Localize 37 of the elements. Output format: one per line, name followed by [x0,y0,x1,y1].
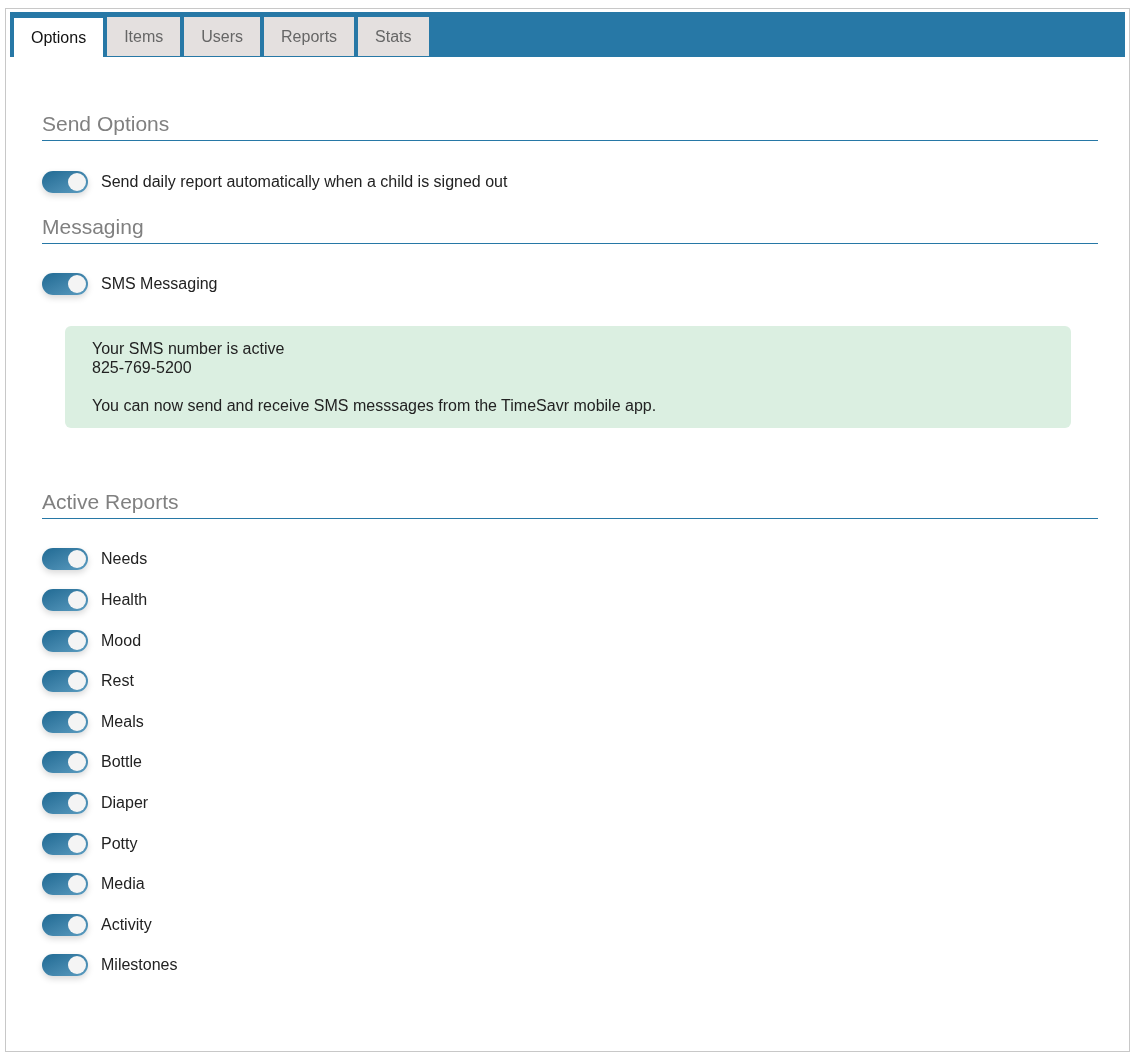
tab[interactable]: Items [107,17,181,56]
toggle-label: SMS Messaging [101,273,218,294]
toggle-label: Needs [101,549,148,570]
toggle-label: Activity [101,914,152,935]
section-heading: Send Options [42,111,171,137]
toggle-label: Media [101,874,145,895]
section-heading: Active Reports [42,489,180,516]
toggle-switch[interactable] [42,913,88,936]
toggle-label: Health [101,590,148,611]
tab[interactable]: Options [14,18,104,57]
toggle-switch[interactable] [42,832,88,855]
tab[interactable]: Stats [358,17,429,56]
toggle-switch[interactable] [42,751,88,774]
toggle-label: Milestones [101,955,178,976]
toggle-label: Send daily report automatically when a child is signed out [101,172,508,193]
toggle-switch[interactable] [42,272,88,295]
toggle-label: Diaper [101,793,149,814]
toggle-switch[interactable] [42,548,88,571]
tab[interactable]: Reports [264,17,355,56]
notice-message: You can now send and receive SMS messsages from the TimeSavr mobile app. [92,396,658,416]
toggle-switch[interactable] [42,589,88,612]
notice-status: Your SMS number is active [92,339,286,359]
toggle-switch[interactable] [42,670,88,693]
toggle-switch[interactable] [42,171,88,194]
toggle-label: Meals [101,711,144,732]
toggle-label: Bottle [101,752,142,773]
toggle-switch[interactable] [42,629,88,652]
section-heading: Messaging [42,213,145,240]
toggle-switch[interactable] [42,710,88,733]
toggle-switch[interactable] [42,792,88,815]
toggle-switch[interactable] [42,873,88,896]
tab[interactable]: Users [184,17,261,56]
toggle-label: Potty [101,833,138,854]
toggle-label: Rest [101,671,134,692]
toggle-switch[interactable] [42,954,88,977]
sms-number: 825-769-5200 [92,358,193,378]
toggle-label: Mood [101,630,142,651]
